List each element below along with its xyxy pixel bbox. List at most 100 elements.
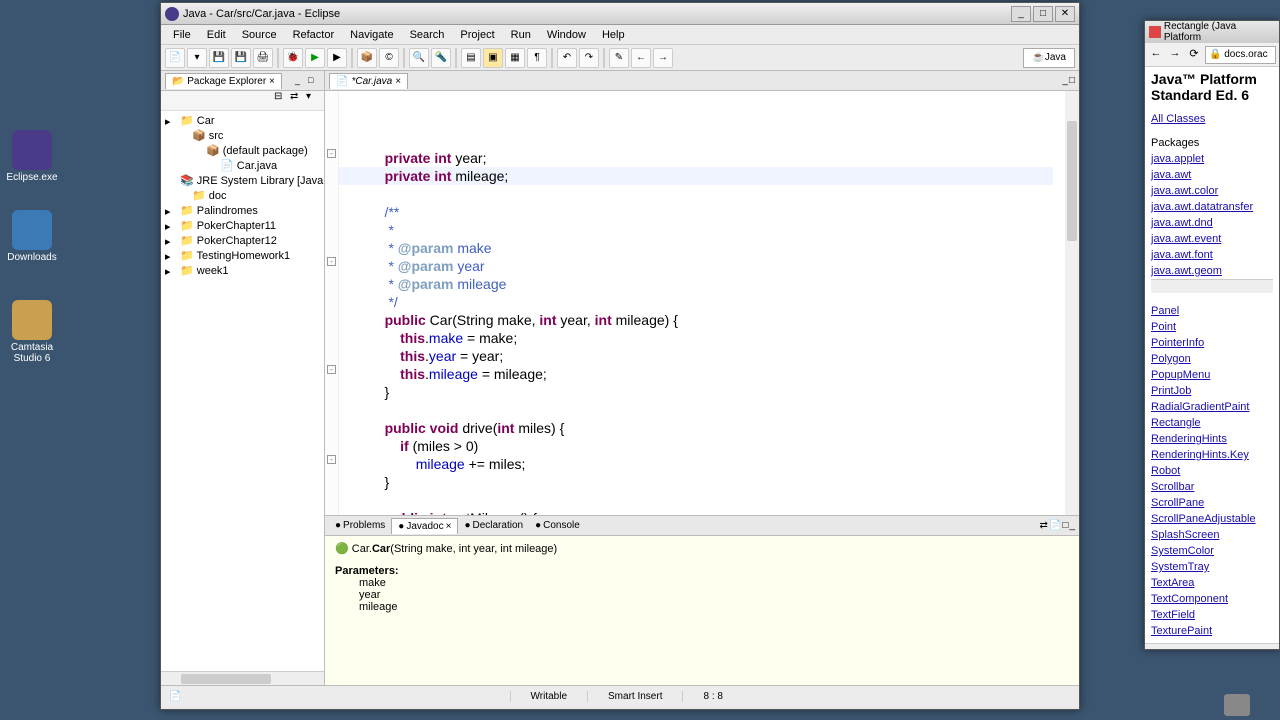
class-link[interactable]: SplashScreen — [1151, 527, 1273, 543]
new-class-button[interactable]: © — [379, 48, 399, 68]
class-link[interactable]: TextComponent — [1151, 591, 1273, 607]
back-button[interactable]: ← — [1148, 47, 1164, 63]
class-link[interactable]: TextArea — [1151, 575, 1273, 591]
class-link[interactable]: TexturePaint — [1151, 623, 1273, 639]
javadoc-view[interactable]: 🟢 Car.Car(String make, int year, int mil… — [325, 536, 1079, 685]
link-editor-icon[interactable]: ⇄ — [290, 91, 304, 105]
minimize-view-icon[interactable]: _ — [1069, 520, 1075, 531]
horizontal-scrollbar[interactable] — [161, 671, 324, 685]
view-menu-icon[interactable]: ▾ — [306, 91, 320, 105]
last-edit-button[interactable]: ✎ — [609, 48, 629, 68]
package-link[interactable]: java.awt.dnd — [1151, 215, 1273, 231]
save-button[interactable]: 💾 — [209, 48, 229, 68]
class-link[interactable]: Point — [1151, 319, 1273, 335]
menu-navigate[interactable]: Navigate — [342, 27, 401, 43]
new-button[interactable]: 📄 — [165, 48, 185, 68]
menu-refactor[interactable]: Refactor — [285, 27, 343, 43]
scrollbar-thumb[interactable] — [1067, 121, 1077, 241]
tab-problems[interactable]: ● Problems — [329, 518, 391, 533]
tree-item[interactable]: 📦 (default package) — [163, 143, 322, 158]
fold-toggle-icon[interactable]: - — [327, 455, 336, 464]
horizontal-scrollbar[interactable] — [1145, 643, 1279, 650]
toggle-breadcrumb-button[interactable]: ▤ — [461, 48, 481, 68]
class-link[interactable]: RadialGradientPaint — [1151, 399, 1273, 415]
package-link[interactable]: java.awt.color — [1151, 183, 1273, 199]
class-link[interactable]: SystemTray — [1151, 559, 1273, 575]
desktop-icon-camtasia[interactable]: Camtasia Studio 6 — [2, 300, 62, 364]
maximize-view-icon[interactable]: □ — [1069, 75, 1075, 86]
tab-javadoc[interactable]: ● Javadoc × — [391, 518, 458, 534]
menu-run[interactable]: Run — [503, 27, 539, 43]
new-package-button[interactable]: 📦 — [357, 48, 377, 68]
package-explorer-tab[interactable]: 📂 Package Explorer × — [165, 73, 282, 89]
menu-file[interactable]: File — [165, 27, 199, 43]
class-link[interactable]: PopupMenu — [1151, 367, 1273, 383]
debug-button[interactable]: 🐞 — [283, 48, 303, 68]
fold-column[interactable]: - - - - — [325, 91, 339, 515]
class-link[interactable]: ScrollPaneAdjustable — [1151, 511, 1273, 527]
desktop-icon-eclipse[interactable]: Eclipse.exe — [2, 130, 62, 183]
block-select-button[interactable]: ▦ — [505, 48, 525, 68]
tree-item[interactable]: ▸📁 Car — [163, 113, 322, 128]
javadoc-page[interactable]: Java™ PlatformStandard Ed. 6 All Classes… — [1145, 67, 1279, 643]
collapse-all-icon[interactable]: ⊟ — [274, 91, 288, 105]
reload-button[interactable]: ⟳ — [1186, 47, 1202, 63]
tab-declaration[interactable]: ● Declaration — [458, 518, 529, 533]
all-classes-link[interactable]: All Classes — [1151, 111, 1273, 127]
minimize-view-icon[interactable]: _ — [1062, 75, 1068, 86]
close-icon[interactable]: × — [395, 76, 401, 87]
project-tree[interactable]: ▸📁 Car📦 src📦 (default package)📄 Car.java… — [161, 111, 324, 671]
mark-occurrences-button[interactable]: ▣ — [483, 48, 503, 68]
class-link[interactable]: RenderingHints.Key — [1151, 447, 1273, 463]
close-button[interactable]: ✕ — [1055, 6, 1075, 22]
save-all-button[interactable]: 💾 — [231, 48, 251, 68]
taskbar-app-icon[interactable] — [1224, 694, 1250, 716]
close-icon[interactable]: × — [269, 76, 275, 87]
perspective-switcher[interactable]: ☕ Java — [1023, 48, 1075, 68]
menu-project[interactable]: Project — [452, 27, 502, 43]
class-link[interactable]: TextField — [1151, 607, 1273, 623]
run-button[interactable]: ▶ — [305, 48, 325, 68]
maximize-view-icon[interactable]: □ — [308, 75, 320, 87]
show-whitespace-button[interactable]: ¶ — [527, 48, 547, 68]
class-link[interactable]: Scrollbar — [1151, 479, 1273, 495]
dropdown-icon[interactable]: ▾ — [187, 48, 207, 68]
class-link[interactable]: Rectangle — [1151, 415, 1273, 431]
package-link[interactable]: java.awt.event — [1151, 231, 1273, 247]
class-link[interactable]: RenderingHints — [1151, 431, 1273, 447]
tree-item[interactable]: ▸📁 TestingHomework1 — [163, 248, 322, 263]
tree-item[interactable]: ▸📁 PokerChapter11 — [163, 218, 322, 233]
tree-item[interactable]: 📦 src — [163, 128, 322, 143]
tree-item[interactable]: 📁 doc — [163, 188, 322, 203]
vertical-scrollbar[interactable] — [1065, 91, 1079, 515]
forward-button[interactable]: → — [653, 48, 673, 68]
tab-console[interactable]: ● Console — [529, 518, 586, 533]
class-link[interactable]: PointerInfo — [1151, 335, 1273, 351]
tree-item[interactable]: ▸📁 PokerChapter12 — [163, 233, 322, 248]
class-link[interactable]: SystemColor — [1151, 543, 1273, 559]
scrollbar-thumb[interactable] — [181, 674, 271, 684]
package-link[interactable]: java.awt — [1151, 167, 1273, 183]
back-button[interactable]: ← — [631, 48, 651, 68]
print-button[interactable]: 🖨 — [253, 48, 273, 68]
address-bar[interactable]: 🔒 docs.orac — [1205, 46, 1276, 64]
minimize-button[interactable]: _ — [1011, 6, 1031, 22]
tree-item[interactable]: ▸📁 Palindromes — [163, 203, 322, 218]
maximize-view-icon[interactable]: □ — [1062, 520, 1068, 531]
menu-edit[interactable]: Edit — [199, 27, 234, 43]
class-link[interactable]: Robot — [1151, 463, 1273, 479]
code-editor[interactable]: - - - - private int year; private int mi… — [325, 91, 1079, 515]
tree-item[interactable]: 📄 Car.java — [163, 158, 322, 173]
class-link[interactable]: ScrollPane — [1151, 495, 1273, 511]
fold-toggle-icon[interactable]: - — [327, 257, 336, 266]
editor-tab-car[interactable]: 📄 *Car.java × — [329, 73, 408, 89]
fold-toggle-icon[interactable]: - — [327, 365, 336, 374]
menu-help[interactable]: Help — [594, 27, 633, 43]
run-ext-button[interactable]: ▶ — [327, 48, 347, 68]
maximize-button[interactable]: □ — [1033, 6, 1053, 22]
forward-button[interactable]: → — [1167, 47, 1183, 63]
chrome-titlebar[interactable]: Rectangle (Java Platform — [1145, 21, 1279, 43]
package-link[interactable]: java.awt.datatransfer — [1151, 199, 1273, 215]
menu-source[interactable]: Source — [234, 27, 285, 43]
horizontal-scrollbar[interactable] — [1151, 279, 1273, 293]
